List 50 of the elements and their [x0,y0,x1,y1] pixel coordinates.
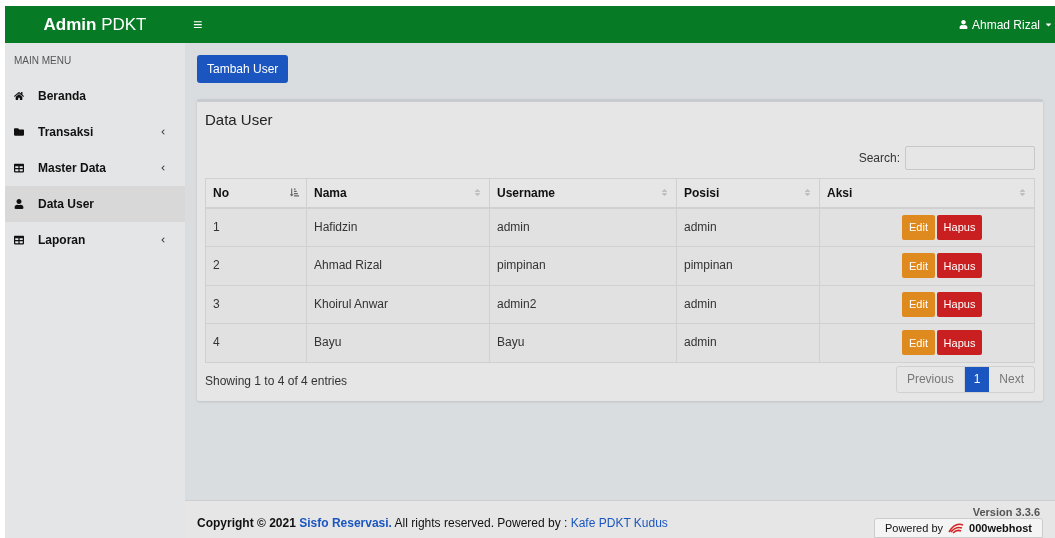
page-button[interactable]: 1 [964,366,990,392]
sidebar-heading: MAIN MENU [13,54,73,68]
table-cell: admin [676,323,820,362]
caret-icon [1044,20,1053,29]
copyright-text: Copyright © 2021 Sisfo Reservasi. All rights reserved. Powered by : Kafe PDKT Kudus [197,515,668,532]
brand-logo[interactable]: Admin PDKT [5,11,185,38]
kafe-link[interactable]: Kafe PDKT Kudus [570,516,668,530]
host-badge[interactable]: Powered by 000webhost [873,518,1043,538]
table-cell: pimpinan [489,246,677,285]
search-label: Search: [858,149,900,167]
delete-button[interactable]: Hapus [937,215,982,240]
table-cell: Hafidzin [306,208,490,247]
sidebar-item[interactable]: Transaksi [5,114,185,150]
table-cell: Khoirul Anwar [306,285,490,324]
version-text: Version 3.3.6 [972,506,1040,518]
swirl-logo-icon [947,522,966,534]
table-cell: 2 [205,246,307,285]
table-cell: 4 [205,323,307,362]
previous-button[interactable]: Previous [896,366,965,392]
delete-button[interactable]: Hapus [937,291,982,317]
table-cell: admin2 [489,285,677,324]
table-cell: 3 [205,285,307,324]
user-icon [958,20,968,29]
sisfo-link[interactable]: Sisfo Reservasi. [299,516,392,530]
table-cell: Bayu [306,323,490,362]
table-cell: Ahmad Rizal [306,246,490,285]
user-menu[interactable]: Ahmad Rizal [958,15,1053,34]
add-user-button[interactable]: Tambah User [197,55,289,83]
table-cell: admin [489,208,677,247]
table-icon [14,235,24,245]
home-icon [14,91,24,101]
sidebar-item[interactable]: Laporan [5,222,185,258]
table-icon [14,163,24,173]
card-title: Data User [205,110,274,130]
delete-button[interactable]: Hapus [937,253,982,279]
table-cell: 1 [205,208,307,247]
sidebar-item[interactable]: Master Data [5,150,185,186]
user-icon [14,199,24,209]
delete-button[interactable]: Hapus [937,330,982,356]
table-cell: pimpinan [676,246,820,285]
sidebar-item[interactable]: Data User [5,186,185,222]
sidebar-item[interactable]: Beranda [5,78,185,114]
folder-icon [14,127,24,137]
entries-info: Showing 1 to 4 of 4 entries [205,372,348,390]
table-cell: admin [676,208,820,247]
next-button[interactable]: Next [989,366,1034,392]
table-cell: admin [676,285,820,324]
search-field[interactable] [905,145,1035,170]
table-cell: Bayu [489,323,677,362]
menu-toggle-button[interactable]: ≡ [193,12,203,37]
